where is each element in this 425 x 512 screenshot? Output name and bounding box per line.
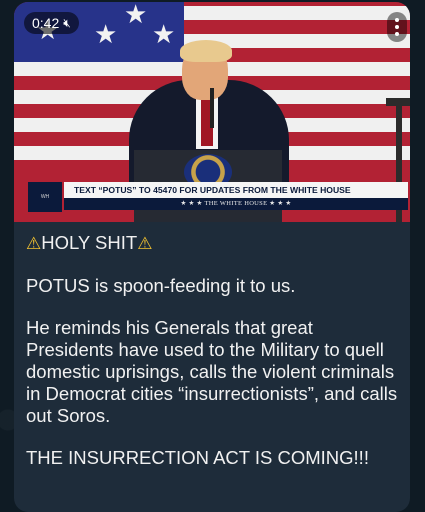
dot (395, 32, 399, 36)
message-paragraph: He reminds his Generals that great Presi… (26, 317, 398, 426)
star-icon: ★ (124, 2, 148, 30)
message-bubble: ★ ★ ★ ★ WH TEXT “POTUS” TO 45470 FOR UPD… (14, 2, 410, 512)
warning-icon: ⚠ (26, 234, 42, 254)
more-options-icon[interactable] (387, 12, 407, 42)
star-icon: ★ (94, 20, 118, 50)
message-heading: ⚠HOLY SHIT⚠ (26, 232, 402, 255)
star-icon: ★ (152, 20, 176, 50)
lower-third-main-text: TEXT “POTUS” TO 45470 FOR UPDATES FROM T… (64, 182, 408, 198)
microphone (210, 88, 214, 128)
message-text: ⚠HOLY SHIT⚠ POTUS is spoon-feeding it to… (26, 232, 402, 469)
dot (395, 18, 399, 22)
white-house-logo: WH (28, 182, 62, 212)
message-paragraph: THE INSURRECTION ACT IS COMING!!! (26, 447, 369, 468)
timer-label: 0:42 (32, 15, 60, 31)
speaker-muted-icon[interactable]: 🔇︎ (63, 12, 71, 34)
heading-text: HOLY SHIT (41, 232, 138, 253)
video-player[interactable]: ★ ★ ★ ★ WH TEXT “POTUS” TO 45470 FOR UPD… (14, 2, 410, 222)
lower-third-banner: WH TEXT “POTUS” TO 45470 FOR UPDATES FRO… (28, 182, 408, 212)
video-timer[interactable]: 0:42 🔇︎ (24, 12, 79, 34)
message-paragraph: POTUS is spoon-feeding it to us. (26, 275, 296, 296)
lower-third-sub-text: ★ ★ ★ THE WHITE HOUSE ★ ★ ★ (64, 198, 408, 210)
dot (395, 25, 399, 29)
warning-icon: ⚠ (137, 234, 153, 254)
flag-stripe (184, 6, 410, 20)
speaker-hair (180, 40, 232, 62)
